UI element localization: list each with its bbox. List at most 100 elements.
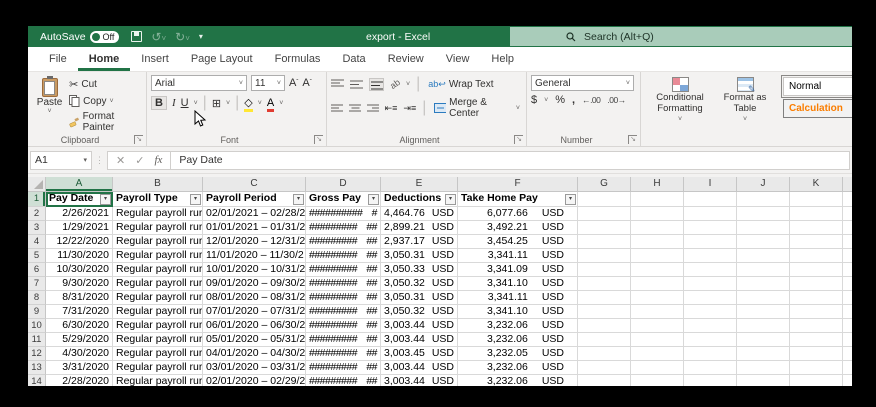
cell-I2[interactable] [684, 207, 737, 221]
cell-E5[interactable]: 3,050.31USD [381, 249, 458, 263]
align-left-icon[interactable] [331, 103, 343, 114]
name-box[interactable]: A1 ▾ [30, 151, 92, 170]
cell-L3[interactable] [843, 221, 852, 235]
cell-J11[interactable] [737, 333, 790, 347]
font-name-combo[interactable]: Arial ˅ [151, 75, 247, 91]
cell-I11[interactable] [684, 333, 737, 347]
cell-C11[interactable]: 05/01/2020 – 05/31/2 [203, 333, 306, 347]
cell-B14[interactable]: Regular payroll rur [113, 375, 203, 386]
column-header-J[interactable]: J [737, 177, 790, 191]
tab-help[interactable]: Help [480, 49, 525, 71]
fill-color-button[interactable]: ◇ [244, 98, 252, 109]
cell-G7[interactable] [578, 277, 631, 291]
orientation-icon[interactable]: ab [388, 77, 402, 91]
cell-F13[interactable]: 3,232.06USD [458, 361, 578, 375]
redo-icon[interactable]: ↻˅ [175, 30, 190, 44]
cell-I4[interactable] [684, 235, 737, 249]
merge-center-dropdown-icon[interactable]: ˅ [516, 105, 520, 112]
cell-I3[interactable] [684, 221, 737, 235]
copy-button[interactable]: Copy ˅ [67, 94, 142, 108]
column-header-L[interactable]: L [843, 177, 852, 191]
cell-J6[interactable] [737, 263, 790, 277]
number-dialog-launcher-icon[interactable]: ↘ [628, 135, 637, 144]
cell-J13[interactable] [737, 361, 790, 375]
cell-K11[interactable] [790, 333, 843, 347]
cell-H5[interactable] [631, 249, 684, 263]
accounting-format-button[interactable]: $ [531, 94, 537, 106]
cell-C10[interactable]: 06/01/2020 – 06/30/2 [203, 319, 306, 333]
column-header-F[interactable]: F [458, 177, 578, 191]
cell-F1[interactable]: Take Home Pay▾ [458, 192, 578, 207]
insert-function-icon[interactable]: fx [154, 154, 162, 166]
cell-D5[interactable]: ########### [306, 249, 381, 263]
cell-C3[interactable]: 01/01/2021 – 01/31/2 [203, 221, 306, 235]
filter-button-F[interactable]: ▾ [565, 194, 576, 205]
comma-style-button[interactable]: , [572, 94, 575, 106]
cell-E13[interactable]: 3,003.44USD [381, 361, 458, 375]
conditional-formatting-button[interactable]: Conditional Formatting ˅ [645, 75, 715, 127]
cell-A13[interactable]: 3/31/2020 [46, 361, 113, 375]
cell-F12[interactable]: 3,232.05USD [458, 347, 578, 361]
cell-H13[interactable] [631, 361, 684, 375]
cell-L4[interactable] [843, 235, 852, 249]
cell-D4[interactable]: ########### [306, 235, 381, 249]
cell-B9[interactable]: Regular payroll rur [113, 305, 203, 319]
save-icon[interactable] [131, 31, 142, 42]
cell-D6[interactable]: ########### [306, 263, 381, 277]
formula-input[interactable]: Pay Date [171, 151, 850, 170]
cell-I12[interactable] [684, 347, 737, 361]
cell-K10[interactable] [790, 319, 843, 333]
cell-H7[interactable] [631, 277, 684, 291]
cell-E7[interactable]: 3,050.32USD [381, 277, 458, 291]
cell-J12[interactable] [737, 347, 790, 361]
paste-button[interactable]: Paste ˅ [32, 75, 67, 134]
cell-H11[interactable] [631, 333, 684, 347]
cell-I8[interactable] [684, 291, 737, 305]
filter-button-E[interactable]: ▾ [445, 194, 456, 205]
cell-D13[interactable]: ########### [306, 361, 381, 375]
grow-font-button[interactable]: Aˆ [289, 77, 298, 89]
cell-E14[interactable]: 3,003.44USD [381, 375, 458, 386]
cell-H6[interactable] [631, 263, 684, 277]
font-color-button[interactable]: A [267, 98, 274, 109]
cell-D3[interactable]: ########### [306, 221, 381, 235]
cell-A9[interactable]: 7/31/2020 [46, 305, 113, 319]
cell-H4[interactable] [631, 235, 684, 249]
tab-file[interactable]: File [38, 49, 78, 71]
cell-C13[interactable]: 03/01/2020 – 03/31/2 [203, 361, 306, 375]
cell-G3[interactable] [578, 221, 631, 235]
cell-I1[interactable] [684, 192, 737, 207]
cell-C2[interactable]: 02/01/2021 – 02/28/2 [203, 207, 306, 221]
column-header-C[interactable]: C [203, 177, 306, 191]
cell-F8[interactable]: 3,341.11USD [458, 291, 578, 305]
cell-style-calculation[interactable]: Calculation [783, 99, 852, 118]
cell-D10[interactable]: ########### [306, 319, 381, 333]
cell-H9[interactable] [631, 305, 684, 319]
cell-I10[interactable] [684, 319, 737, 333]
cell-L7[interactable] [843, 277, 852, 291]
cell-J10[interactable] [737, 319, 790, 333]
cell-K8[interactable] [790, 291, 843, 305]
cell-A3[interactable]: 1/29/2021 [46, 221, 113, 235]
cell-G9[interactable] [578, 305, 631, 319]
cell-I5[interactable] [684, 249, 737, 263]
tab-home[interactable]: Home [78, 49, 131, 71]
cell-J2[interactable] [737, 207, 790, 221]
increase-decimal-icon[interactable]: ←.00 [582, 95, 600, 105]
column-header-A[interactable]: A [46, 177, 113, 191]
filter-button-D[interactable]: ▾ [368, 194, 379, 205]
cell-E2[interactable]: 4,464.76USD [381, 207, 458, 221]
cell-L8[interactable] [843, 291, 852, 305]
cell-F9[interactable]: 3,341.10USD [458, 305, 578, 319]
cell-C5[interactable]: 11/01/2020 – 11/30/2 [203, 249, 306, 263]
tab-page-layout[interactable]: Page Layout [180, 49, 264, 71]
cell-B2[interactable]: Regular payroll rur [113, 207, 203, 221]
cell-J7[interactable] [737, 277, 790, 291]
underline-dropdown-icon[interactable]: ˅ [194, 100, 198, 107]
column-header-D[interactable]: D [306, 177, 381, 191]
cell-C6[interactable]: 10/01/2020 – 10/31/2 [203, 263, 306, 277]
decrease-indent-icon[interactable]: ⇤≡ [385, 103, 398, 114]
row-header-13[interactable]: 13 [28, 361, 46, 375]
cell-B12[interactable]: Regular payroll rur [113, 347, 203, 361]
clipboard-dialog-launcher-icon[interactable]: ↘ [134, 135, 143, 144]
